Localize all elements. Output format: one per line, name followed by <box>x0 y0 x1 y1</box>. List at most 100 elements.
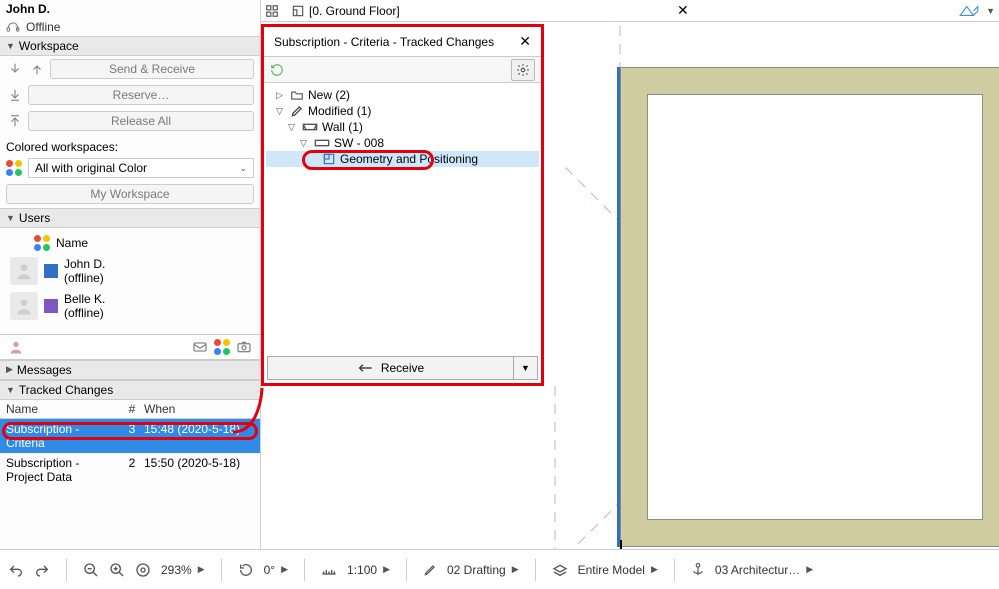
layers-icon[interactable] <box>552 563 568 577</box>
changes-tree: ▷ New (2) ▽ Modified (1) ▽ Wall (1) ▽ <box>264 83 541 171</box>
reserve-button[interactable]: Reserve… <box>28 85 254 105</box>
drawing-canvas[interactable] <box>560 22 999 549</box>
geometry-icon <box>322 152 336 166</box>
user-list-item[interactable]: John D. (offline) <box>6 254 254 289</box>
scale-value: 1:100 <box>347 563 377 577</box>
zoom-fit-icon[interactable] <box>135 562 151 578</box>
chevron-down-icon: ▽ <box>300 138 310 149</box>
scale-value-ctl[interactable]: 1:100 ▶ <box>347 563 390 577</box>
mail-icon[interactable] <box>192 339 208 355</box>
drafting-select[interactable]: 02 Drafting ▶ <box>447 563 519 577</box>
user-name: John D. <box>6 2 50 16</box>
grid-icon[interactable] <box>265 4 279 18</box>
origin-y-icon <box>620 540 622 549</box>
chevron-right-icon: ▶ <box>281 564 288 575</box>
chevron-down-icon: ▼ <box>6 385 15 395</box>
tc-col-name: Name <box>6 402 120 416</box>
rotate-icon[interactable] <box>238 562 254 578</box>
release-all-label: Release All <box>111 114 171 128</box>
receive-button[interactable]: Receive <box>268 357 513 379</box>
messages-header-label: Messages <box>17 363 72 377</box>
person-icon[interactable] <box>8 339 24 355</box>
tree-node-geometry[interactable]: Geometry and Positioning <box>266 151 539 167</box>
chevron-down-icon: ▼ <box>6 41 15 51</box>
users-header[interactable]: ▼ Users <box>0 208 260 228</box>
tab-ground-floor[interactable]: [0. Ground Floor] <box>283 1 408 21</box>
pen-icon[interactable] <box>423 563 437 577</box>
tab-title: [0. Ground Floor] <box>309 4 400 18</box>
close-icon[interactable]: ✕ <box>519 33 531 50</box>
cw-select-value: All with original Color <box>35 161 147 175</box>
popup-header: Subscription - Criteria - Tracked Change… <box>264 27 541 57</box>
user-item-status: (offline) <box>64 271 105 285</box>
tab-close-button[interactable]: ✕ <box>673 2 693 19</box>
model-select[interactable]: Entire Model ▶ <box>578 563 658 577</box>
redo-icon[interactable] <box>34 563 50 577</box>
send-receive-button[interactable]: Send & Receive <box>50 59 254 79</box>
anchor-icon[interactable] <box>691 562 705 578</box>
color-wheel-icon[interactable] <box>214 339 230 355</box>
tc-row[interactable]: Subscription - Project Data 2 15:50 (202… <box>0 453 260 487</box>
send-down-icon[interactable] <box>6 60 24 78</box>
pencil-icon <box>290 104 304 118</box>
chevron-down-icon[interactable]: ▼ <box>986 3 995 19</box>
tree-node-sw[interactable]: ▽ SW - 008 <box>266 135 539 151</box>
avatar-icon <box>10 292 38 320</box>
chevron-right-icon: ▶ <box>512 564 519 575</box>
colored-workspaces-select[interactable]: All with original Color ⌄ <box>28 158 254 178</box>
view-3d-icon[interactable] <box>958 3 980 19</box>
scale-icon[interactable] <box>321 564 337 576</box>
user-item-name: Belle K. <box>64 292 105 306</box>
users-column-header: Name <box>6 232 254 254</box>
tracked-changes-popup: Subscription - Criteria - Tracked Change… <box>261 24 544 386</box>
status-row: Offline <box>0 18 260 36</box>
camera-icon[interactable] <box>236 339 252 355</box>
chevron-down-icon: ▼ <box>521 363 530 373</box>
workspace-header[interactable]: ▼ Workspace <box>0 36 260 56</box>
node-label: New (2) <box>308 88 350 102</box>
colored-workspaces-label: Colored workspaces: <box>0 134 260 156</box>
wall-icon <box>302 121 318 133</box>
node-label: Wall (1) <box>322 120 363 134</box>
send-up-icon[interactable] <box>28 60 46 78</box>
reserve-down-icon[interactable] <box>6 86 24 104</box>
chevron-down-icon: ▽ <box>288 122 298 133</box>
users-col-name: Name <box>56 236 88 250</box>
users-list: Name John D. (offline) Belle K. (offline… <box>0 228 260 328</box>
settings-button[interactable] <box>511 59 535 81</box>
zoom-out-icon[interactable] <box>83 562 99 578</box>
user-item-status: (offline) <box>64 306 105 320</box>
tree-node-wall[interactable]: ▽ Wall (1) <box>266 119 539 135</box>
users-header-label: Users <box>19 211 50 225</box>
tree-node-new[interactable]: ▷ New (2) <box>266 87 539 103</box>
selected-edge <box>617 67 620 547</box>
users-toolbar <box>0 334 260 360</box>
rotation-angle[interactable]: 0° ▶ <box>264 563 288 577</box>
workspace-header-label: Workspace <box>19 39 79 53</box>
tracked-changes-header[interactable]: ▼ Tracked Changes <box>0 380 260 400</box>
node-label: Geometry and Positioning <box>340 152 478 166</box>
tree-node-modified[interactable]: ▽ Modified (1) <box>266 103 539 119</box>
release-all-button[interactable]: Release All <box>28 111 254 131</box>
receive-options-button[interactable]: ▼ <box>513 357 537 379</box>
node-label: Modified (1) <box>308 104 371 118</box>
tc-columns: Name # When <box>0 400 260 419</box>
wall-element[interactable] <box>620 67 999 547</box>
tab-bar: [0. Ground Floor] ✕ ▼ <box>261 0 999 22</box>
tc-row-num: 3 <box>120 422 144 450</box>
refresh-icon[interactable] <box>270 63 284 77</box>
tc-row-selected[interactable]: Subscription - Criteria 3 15:48 (2020-5-… <box>0 419 260 453</box>
messages-header[interactable]: ▶ Messages <box>0 360 260 380</box>
undo-icon[interactable] <box>8 563 24 577</box>
zoom-level[interactable]: 293% ▶ <box>161 563 205 577</box>
color-wheel-icon <box>6 160 22 176</box>
angle-value: 0° <box>264 563 275 577</box>
release-up-icon[interactable] <box>6 112 24 130</box>
my-workspace-button[interactable]: My Workspace <box>6 184 254 204</box>
tc-row-name: Subscription - Criteria <box>6 422 120 450</box>
chevron-right-icon: ▶ <box>651 564 658 575</box>
zoom-value: 293% <box>161 563 192 577</box>
zoom-in-icon[interactable] <box>109 562 125 578</box>
user-list-item[interactable]: Belle K. (offline) <box>6 289 254 324</box>
arch-select[interactable]: 03 Architectur… ▶ <box>715 563 813 577</box>
